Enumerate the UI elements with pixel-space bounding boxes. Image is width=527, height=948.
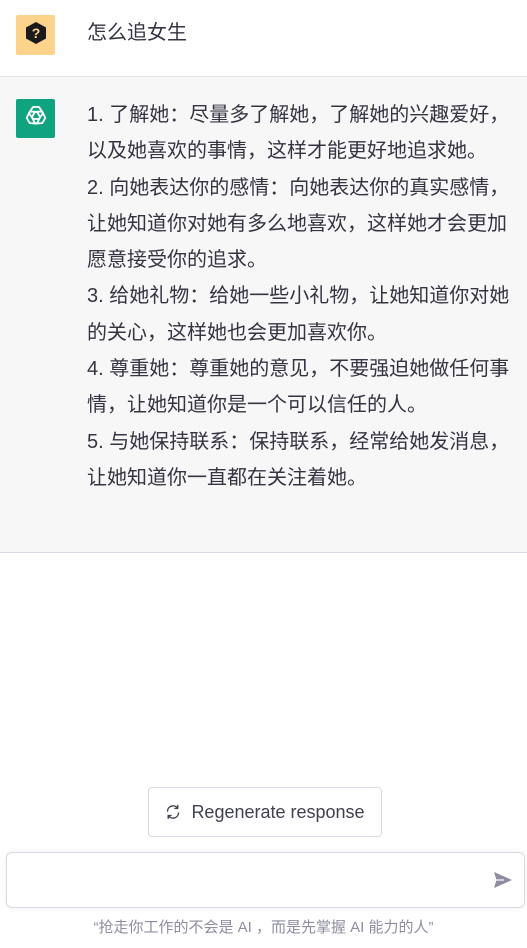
- user-avatar: ?: [16, 15, 55, 55]
- footer-note: “抢走你工作的不会是 AI ，而是先掌握 AI 能力的人”: [93, 919, 434, 936]
- assistant-paragraph: 3. 给她礼物：给她一些小礼物，让她知道你对她的关心，这样她也会更加喜欢你。: [87, 285, 510, 344]
- assistant-paragraph: 4. 尊重她：尊重她的意见，不要强迫她做任何事情，让她知道你是一个可以信任的人。: [87, 358, 510, 417]
- message-input-box: [6, 852, 525, 908]
- chat-page: ? 怎么追女生 1. 了解她：尽量多了解她，了解她的兴趣爱好，以及她喜欢的事情，…: [0, 0, 527, 948]
- assistant-paragraph: 1. 了解她：尽量多了解她，了解她的兴趣爱好，以及她喜欢的事情，这样才能更好地追…: [87, 104, 510, 163]
- assistant-paragraph: 2. 向她表达你的感情：向她表达你的真实感情，让她知道你对她有多么地喜欢，这样她…: [87, 176, 510, 272]
- user-message-row: ? 怎么追女生: [0, 0, 527, 77]
- paper-plane-icon: [493, 871, 513, 894]
- message-input[interactable]: [21, 867, 481, 895]
- regenerate-response-button[interactable]: Regenerate response: [148, 787, 382, 837]
- question-mark-icon: ?: [24, 21, 48, 50]
- assistant-message-row: 1. 了解她：尽量多了解她，了解她的兴趣爱好，以及她喜欢的事情，这样才能更好地追…: [0, 77, 527, 553]
- svg-text:?: ?: [31, 25, 40, 41]
- regenerate-response-label: Regenerate response: [191, 801, 365, 822]
- assistant-avatar: [16, 99, 55, 138]
- openai-logo-icon: [22, 102, 50, 135]
- refresh-icon: [165, 804, 181, 820]
- user-message-text: 怎么追女生: [87, 22, 187, 44]
- assistant-message-text: 1. 了解她：尽量多了解她，了解她的兴趣爱好，以及她喜欢的事情，这样才能更好地追…: [87, 97, 512, 496]
- assistant-paragraph: 5. 与她保持联系：保持联系，经常给她发消息，让她知道你一直都在关注着她。: [87, 430, 510, 489]
- send-button[interactable]: [492, 871, 514, 894]
